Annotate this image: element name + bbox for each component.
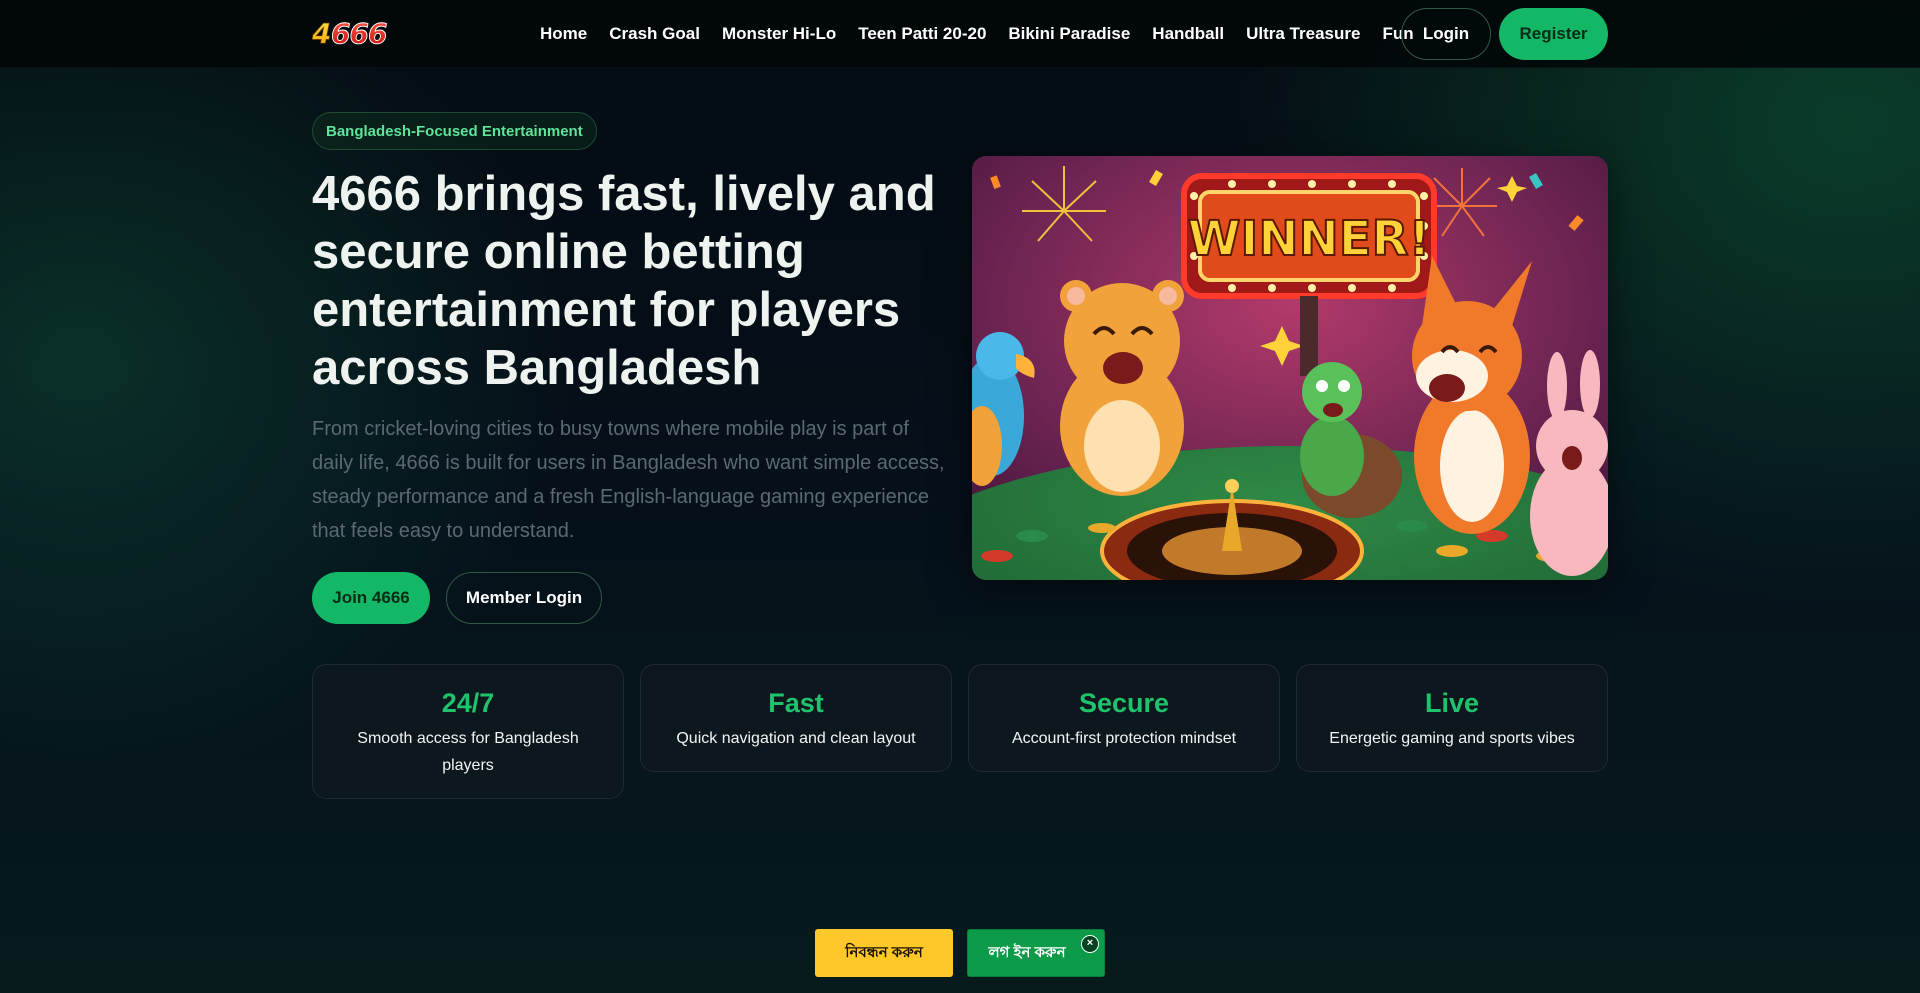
stat-text: Quick navigation and clean layout <box>676 730 916 747</box>
stat-card-security: Secure Account-first protection mindset <box>968 664 1280 772</box>
nav-link-monster-hi-lo[interactable]: Monster Hi-Lo <box>722 24 836 44</box>
svg-text:666: 666 <box>331 18 387 48</box>
stat-text: Smooth access for Bangladesh players <box>357 730 579 774</box>
hero-illustration: WINNER! <box>972 156 1608 580</box>
main-nav: Home Crash Goal Monster Hi-Lo Teen Patti… <box>540 0 1436 68</box>
stat-value: Secure <box>1078 688 1170 718</box>
register-button[interactable]: Register <box>1499 8 1608 60</box>
nav-link-teen-patti[interactable]: Teen Patti 20-20 <box>858 24 986 44</box>
stat-card-speed: Fast Quick navigation and clean layout <box>640 664 952 772</box>
hero-title: 4666 brings fast, lively and secure onli… <box>312 167 936 395</box>
site-logo[interactable]: 4 666 <box>312 18 416 48</box>
nav-link-home[interactable]: Home <box>540 24 587 44</box>
svg-text:4: 4 <box>312 18 331 48</box>
hero-description: From cricket-loving cities to busy towns… <box>312 418 945 542</box>
stat-value: Fast <box>768 688 824 718</box>
join-button[interactable]: Join 4666 <box>312 572 430 624</box>
winner-sign-text: WINNER! <box>1188 211 1431 267</box>
nav-link-ultra-treasure[interactable]: Ultra Treasure <box>1246 24 1360 44</box>
close-icon[interactable]: × <box>1081 935 1099 953</box>
top-navbar: 4 666 Home Crash Goal Monster Hi-Lo Teen… <box>0 0 1920 68</box>
floating-cta-bar: rs নিবন্ধন করুন লগ ইন করুন × <box>815 929 1105 977</box>
nav-link-crash-goal[interactable]: Crash Goal <box>609 24 700 44</box>
stat-text: Account-first protection mindset <box>1011 730 1237 747</box>
member-login-button[interactable]: Member Login <box>446 572 602 624</box>
stat-value: 24/7 <box>441 688 495 718</box>
login-button[interactable]: Login <box>1401 8 1491 60</box>
hero-badge: Bangladesh-Focused Entertainment <box>312 112 597 150</box>
stat-value: Live <box>1424 688 1480 718</box>
floating-register-button[interactable]: নিবন্ধন করুন <box>815 929 953 977</box>
stat-card-live: Live Energetic gaming and sports vibes <box>1296 664 1608 772</box>
stat-text: Energetic gaming and sports vibes <box>1329 730 1575 747</box>
nav-link-handball[interactable]: Handball <box>1152 24 1224 44</box>
stats-row: 24/7 Smooth access for Bangladesh player… <box>312 664 1608 799</box>
nav-link-bikini-paradise[interactable]: Bikini Paradise <box>1008 24 1130 44</box>
stat-card-availability: 24/7 Smooth access for Bangladesh player… <box>312 664 624 799</box>
